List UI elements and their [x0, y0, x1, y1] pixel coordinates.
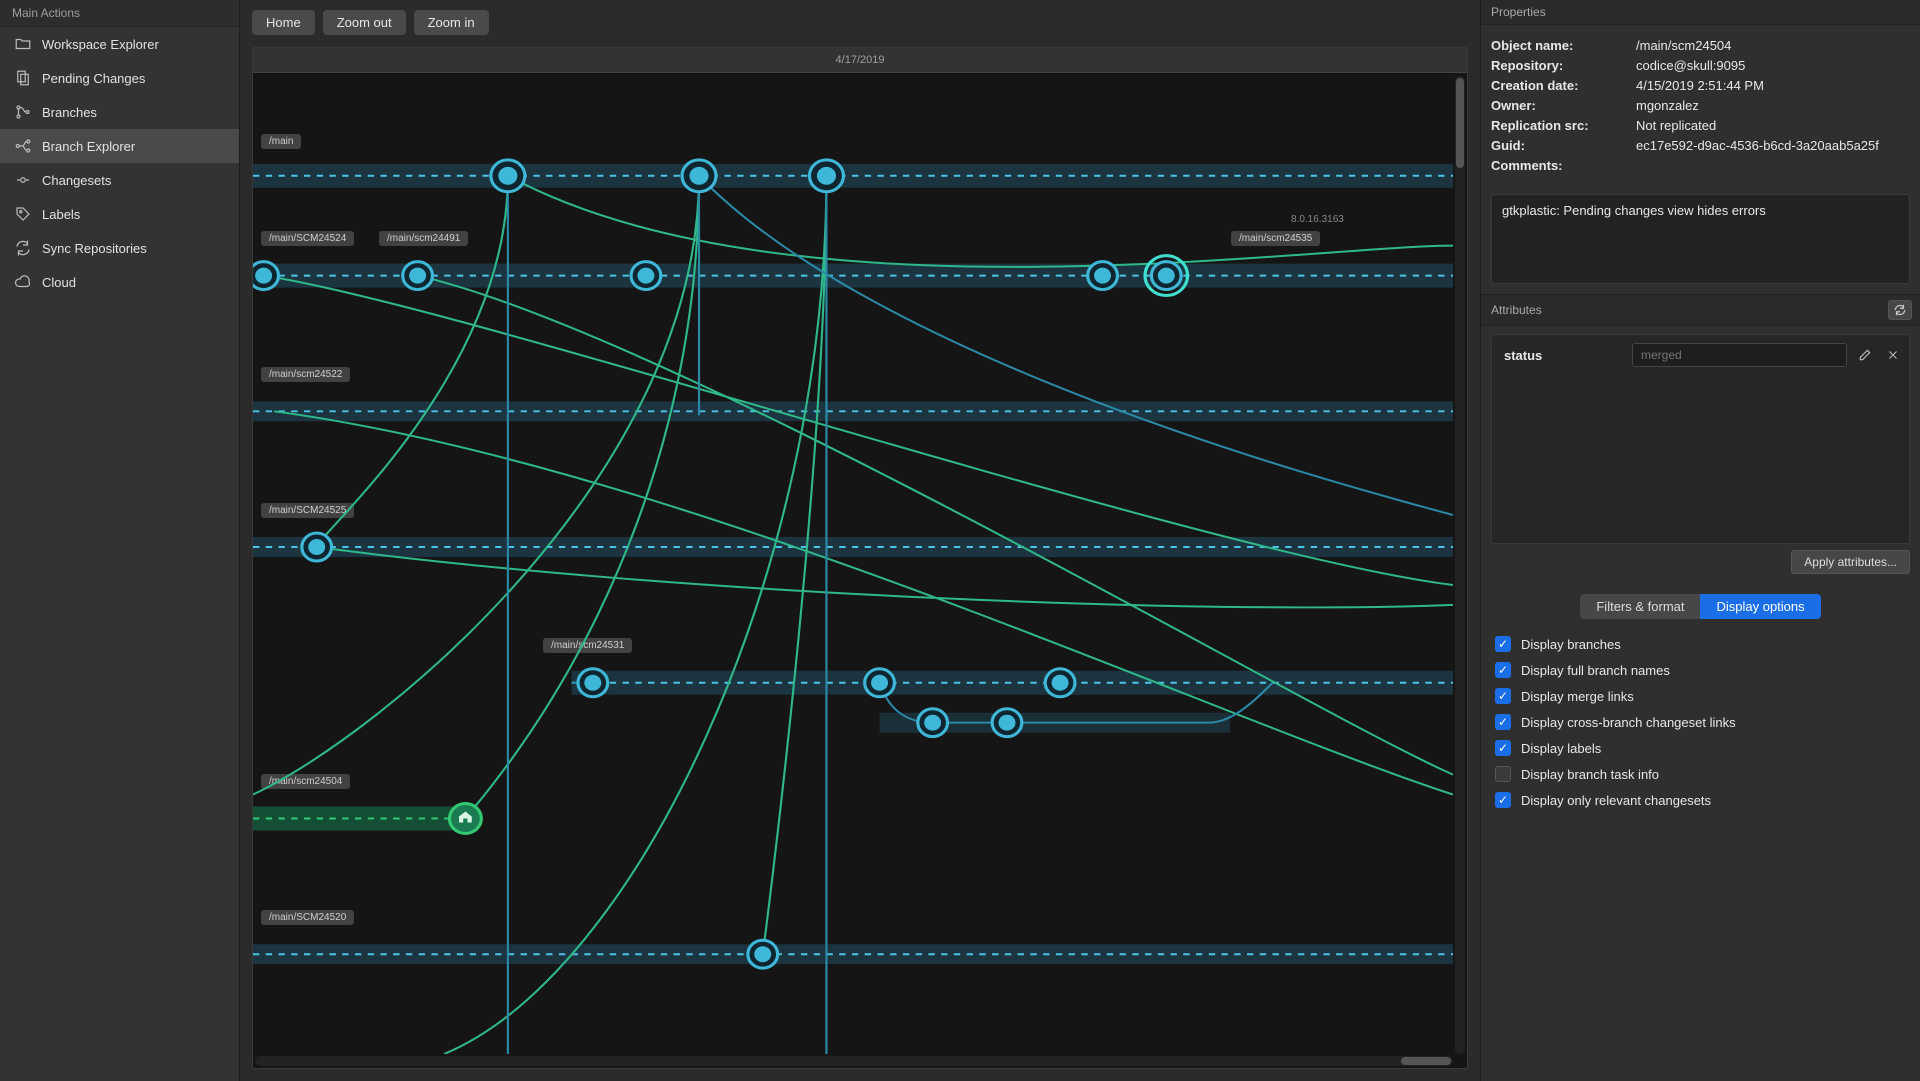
files-icon: [14, 69, 32, 87]
option-display-merge-links[interactable]: ✓Display merge links: [1495, 683, 1906, 709]
properties-header: Properties: [1481, 0, 1920, 25]
refresh-attributes-button[interactable]: [1888, 300, 1912, 320]
tab-filters-format[interactable]: Filters & format: [1580, 594, 1700, 619]
sidebar-item-label: Labels: [42, 207, 80, 222]
option-display-labels[interactable]: ✓Display labels: [1495, 735, 1906, 761]
sidebar-item-changesets[interactable]: Changesets: [0, 163, 239, 197]
labels-icon: [14, 205, 32, 223]
branch-graph[interactable]: 4/17/2019 /main /main/SCM24524 /main/scm…: [252, 47, 1468, 1069]
attributes-header: Attributes: [1491, 303, 1542, 317]
main-area: Home Zoom out Zoom in 4/17/2019 /main /m…: [240, 0, 1480, 1081]
apply-attributes-button[interactable]: Apply attributes...: [1791, 550, 1910, 574]
folder-icon: [14, 35, 32, 53]
prop-label-comments: Comments:: [1491, 158, 1636, 173]
cloud-icon: [14, 273, 32, 291]
checkbox-icon: ✓: [1495, 636, 1511, 652]
prop-value-object-name: /main/scm24504: [1636, 38, 1910, 53]
prop-label-creation-date: Creation date:: [1491, 78, 1636, 93]
option-display-only-relevant-changesets[interactable]: ✓Display only relevant changesets: [1495, 787, 1906, 813]
checkbox-icon: [1495, 766, 1511, 782]
attribute-value-input[interactable]: [1632, 343, 1847, 367]
option-display-branch-task-info[interactable]: Display branch task info: [1495, 761, 1906, 787]
prop-value-repository: codice@skull:9095: [1636, 58, 1910, 73]
prop-label-owner: Owner:: [1491, 98, 1636, 113]
display-options: ✓Display branches ✓Display full branch n…: [1481, 625, 1920, 827]
prop-label-repository: Repository:: [1491, 58, 1636, 73]
properties-section: Object name:/main/scm24504 Repository:co…: [1481, 25, 1920, 190]
graph-date-header: 4/17/2019: [253, 48, 1467, 73]
checkbox-icon: ✓: [1495, 662, 1511, 678]
view-tabs: Filters & format Display options: [1481, 586, 1920, 625]
prop-value-guid: ec17e592-d9ac-4536-b6cd-3a20aab5a25f: [1636, 138, 1910, 153]
sidebar-item-label: Cloud: [42, 275, 76, 290]
checkbox-icon: ✓: [1495, 688, 1511, 704]
sidebar-item-pending-changes[interactable]: Pending Changes: [0, 61, 239, 95]
sidebar-item-branches[interactable]: Branches: [0, 95, 239, 129]
right-panel: Properties Object name:/main/scm24504 Re…: [1480, 0, 1920, 1081]
sidebar-header: Main Actions: [0, 0, 239, 27]
sidebar-item-sync-repositories[interactable]: Sync Repositories: [0, 231, 239, 265]
delete-attribute-button[interactable]: [1883, 345, 1903, 365]
prop-label-replication: Replication src:: [1491, 118, 1636, 133]
sidebar-item-label: Branches: [42, 105, 97, 120]
checkbox-icon: ✓: [1495, 714, 1511, 730]
graph-vertical-scrollbar[interactable]: [1455, 76, 1465, 1054]
sync-icon: [14, 239, 32, 257]
graph-horizontal-scrollbar[interactable]: [255, 1056, 1453, 1066]
zoom-in-button[interactable]: Zoom in: [414, 10, 489, 35]
edit-attribute-button[interactable]: [1855, 345, 1875, 365]
sidebar-item-label: Pending Changes: [42, 71, 145, 86]
toolbar: Home Zoom out Zoom in: [240, 0, 1480, 41]
sidebar-item-label: Branch Explorer: [42, 139, 135, 154]
sidebar-item-label: Changesets: [42, 173, 111, 188]
prop-label-guid: Guid:: [1491, 138, 1636, 153]
graph-canvas[interactable]: [253, 76, 1453, 1054]
prop-value-creation-date: 4/15/2019 2:51:44 PM: [1636, 78, 1910, 93]
attribute-key: status: [1504, 348, 1624, 363]
attributes-body: status: [1491, 334, 1910, 544]
prop-label-object-name: Object name:: [1491, 38, 1636, 53]
sidebar-item-label: Sync Repositories: [42, 241, 147, 256]
tab-display-options[interactable]: Display options: [1700, 594, 1820, 619]
option-display-full-branch-names[interactable]: ✓Display full branch names: [1495, 657, 1906, 683]
branches-icon: [14, 103, 32, 121]
option-display-branches[interactable]: ✓Display branches: [1495, 631, 1906, 657]
zoom-out-button[interactable]: Zoom out: [323, 10, 406, 35]
sidebar-item-workspace-explorer[interactable]: Workspace Explorer: [0, 27, 239, 61]
attribute-row: status: [1492, 335, 1909, 375]
prop-value-owner: mgonzalez: [1636, 98, 1910, 113]
checkbox-icon: ✓: [1495, 792, 1511, 808]
sidebar-item-cloud[interactable]: Cloud: [0, 265, 239, 299]
changesets-icon: [14, 171, 32, 189]
sidebar: Main Actions Workspace Explorer Pending …: [0, 0, 240, 1081]
home-button[interactable]: Home: [252, 10, 315, 35]
branch-explorer-icon: [14, 137, 32, 155]
sidebar-item-branch-explorer[interactable]: Branch Explorer: [0, 129, 239, 163]
prop-value-replication: Not replicated: [1636, 118, 1910, 133]
sidebar-item-label: Workspace Explorer: [42, 37, 159, 52]
option-display-cross-branch-links[interactable]: ✓Display cross-branch changeset links: [1495, 709, 1906, 735]
comments-box[interactable]: gtkplastic: Pending changes view hides e…: [1491, 194, 1910, 284]
sidebar-item-labels[interactable]: Labels: [0, 197, 239, 231]
checkbox-icon: ✓: [1495, 740, 1511, 756]
